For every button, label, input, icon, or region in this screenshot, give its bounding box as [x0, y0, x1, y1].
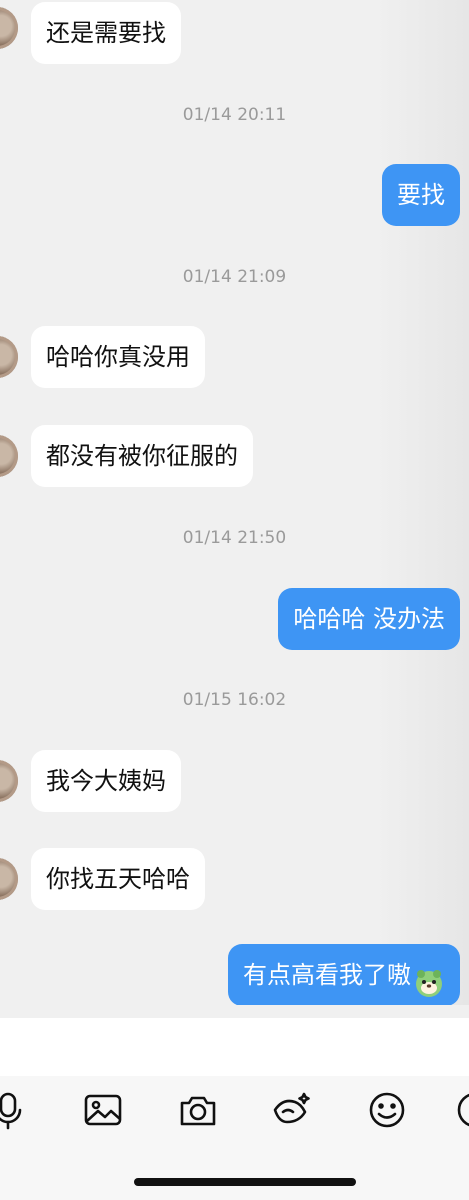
more-icon[interactable] — [455, 1090, 469, 1130]
red-packet-icon[interactable] — [271, 1090, 311, 1130]
timestamp: 01/15 16:02 — [182, 690, 287, 710]
contact-avatar[interactable] — [0, 336, 18, 378]
timestamp: 01/14 20:11 — [182, 105, 287, 125]
message-bubble-received[interactable]: 都没有被你征服的 — [31, 425, 253, 487]
dog-sticker-icon — [413, 960, 445, 997]
contact-avatar[interactable] — [0, 760, 18, 802]
message-bubble-received[interactable]: 我今大姨妈 — [31, 750, 181, 812]
contact-avatar[interactable] — [0, 858, 18, 900]
emoji-icon[interactable] — [367, 1090, 407, 1130]
contact-avatar[interactable] — [0, 435, 18, 477]
message-bubble-sent[interactable]: 哈哈哈 没办法 — [278, 588, 460, 650]
message-bubble-received[interactable]: 还是需要找 — [31, 2, 181, 64]
image-icon[interactable] — [83, 1090, 123, 1130]
message-bubble-sent[interactable]: 要找 — [382, 164, 460, 226]
home-indicator — [134, 1178, 356, 1186]
message-input[interactable] — [0, 1018, 469, 1076]
timestamp: 01/14 21:50 — [182, 528, 287, 548]
microphone-icon[interactable] — [0, 1090, 28, 1130]
timestamp: 01/14 21:09 — [182, 267, 287, 287]
message-text: 有点高看我了嗷 — [243, 961, 411, 989]
message-bubble-sent[interactable]: 有点高看我了嗷 — [228, 944, 460, 1005]
chat-area: 还是需要找 01/14 20:11 要找 01/14 21:09 哈哈你真没用 … — [0, 0, 469, 1005]
camera-icon[interactable] — [178, 1090, 218, 1130]
message-bubble-received[interactable]: 你找五天哈哈 — [31, 848, 205, 910]
contact-avatar[interactable] — [0, 7, 18, 49]
message-bubble-received[interactable]: 哈哈你真没用 — [31, 326, 205, 388]
